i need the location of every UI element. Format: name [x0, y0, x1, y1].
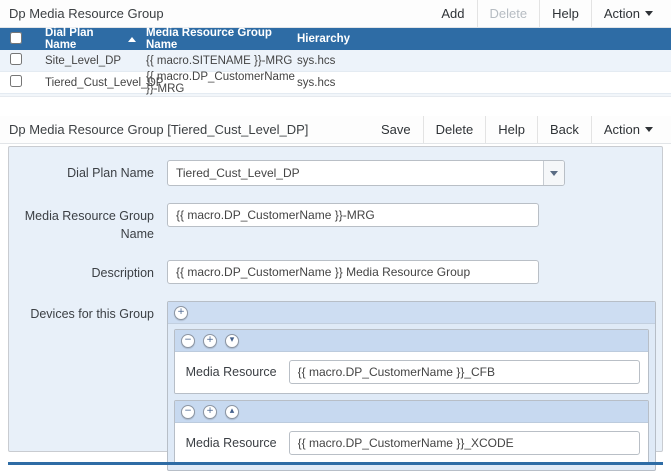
media-resource-input[interactable]	[288, 360, 640, 384]
action-menu-button[interactable]: Action	[590, 116, 665, 143]
media-resource-label: Media Resource	[185, 365, 277, 379]
delete-button[interactable]: Delete	[476, 0, 540, 27]
save-button[interactable]: Save	[369, 116, 423, 143]
add-row-button[interactable]: +	[203, 333, 217, 348]
list-toolbar: Dp Media Resource Group Add Delete Help …	[0, 0, 671, 28]
caret-down-icon	[645, 127, 653, 132]
row-checkbox-cell	[0, 53, 45, 68]
devices-group-header: +	[168, 302, 655, 324]
device-item-panel: − + ▴ Media Resource	[174, 400, 649, 465]
mrg-name-input[interactable]	[167, 203, 539, 227]
detail-form: Dial Plan Name Tiered_Cust_Level_DP Medi…	[8, 146, 663, 471]
list-panel-title: Dp Media Resource Group	[9, 6, 164, 21]
device-item-panel: − + ▾ Media Resource	[174, 329, 649, 394]
table-row[interactable]: Site_Level_DP {{ macro.SITENAME }}-MRG s…	[0, 50, 671, 72]
field-row-mrg-name: Media Resource Group Name	[9, 203, 662, 243]
table-row[interactable]: Tiered_Cust_Level_DP {{ macro.DP_Custome…	[0, 70, 671, 95]
table-header-row: Dial Plan Name Media Resource Group Name…	[0, 27, 671, 51]
row-checkbox[interactable]	[10, 75, 22, 87]
dial-plan-name-label: Dial Plan Name	[67, 166, 154, 180]
move-up-button[interactable]: ▴	[225, 404, 239, 419]
back-button[interactable]: Back	[536, 116, 591, 143]
dial-plan-name-value: Tiered_Cust_Level_DP	[176, 166, 300, 180]
row-checkbox[interactable]	[10, 53, 22, 65]
devices-group-body: − + ▾ Media Resource − + ▴	[168, 324, 655, 470]
cell-mrg-name: {{ macro.DP_CustomerName }}-MRG	[146, 70, 295, 95]
remove-row-button[interactable]: −	[181, 333, 195, 348]
cell-hierarchy: sys.hcs	[297, 76, 336, 89]
column-header-mrg-name[interactable]: Media Resource Group Name	[146, 27, 297, 51]
action-menu-label: Action	[603, 122, 640, 137]
move-down-button[interactable]: ▾	[225, 333, 239, 348]
field-row-description: Description	[9, 260, 662, 284]
cell-dial-plan-name[interactable]: Site_Level_DP	[45, 55, 146, 67]
help-button[interactable]: Help	[539, 0, 591, 27]
cell-hierarchy: sys.hcs	[297, 54, 336, 67]
devices-group-box: + − + ▾ Media Resource {{macro.DP_Custo…	[167, 301, 656, 471]
cell-dial-plan-name[interactable]: Tiered_Cust_Level_DP	[45, 77, 163, 89]
media-resource-label: Media Resource	[185, 436, 277, 450]
add-row-button[interactable]: +	[203, 404, 217, 419]
detail-toolbar-buttons: Save Delete Help Back Action	[369, 116, 665, 143]
media-resource-input[interactable]	[288, 431, 640, 455]
sort-ascending-icon	[128, 36, 136, 42]
caret-down-icon	[645, 11, 653, 16]
detail-panel: Dp Media Resource Group [Tiered_Cust_Lev…	[0, 116, 671, 471]
devices-group-label: Devices for this Group	[30, 307, 154, 321]
device-item-body: Media Resource	[175, 352, 648, 393]
panel-gap	[0, 97, 671, 116]
column-header-dial-plan-name[interactable]: Dial Plan Name	[45, 27, 146, 51]
add-button[interactable]: Add	[429, 0, 476, 27]
chevron-down-icon	[550, 170, 558, 176]
device-item-header: − + ▴	[175, 401, 648, 423]
list-toolbar-buttons: Add Delete Help Action	[429, 0, 665, 27]
device-item-body: Media Resource	[175, 423, 648, 464]
mrg-name-label: Media Resource Group Name	[24, 209, 154, 241]
field-row-dial-plan-name: Dial Plan Name Tiered_Cust_Level_DP	[9, 160, 662, 186]
detail-toolbar: Dp Media Resource Group [Tiered_Cust_Lev…	[0, 116, 671, 144]
column-header-label: Dial Plan Name	[45, 27, 94, 51]
column-header-hierarchy[interactable]: Hierarchy	[297, 33, 671, 45]
action-menu-label: Action	[603, 6, 640, 21]
device-item-header: − + ▾	[175, 330, 648, 352]
row-checkbox-cell	[0, 75, 45, 90]
dial-plan-name-dropdown[interactable]: Tiered_Cust_Level_DP	[167, 160, 565, 186]
table-header-checkbox-cell	[0, 31, 45, 47]
field-row-devices: Devices for this Group + − + ▾ Media Res…	[9, 301, 662, 471]
add-row-button[interactable]: +	[174, 305, 188, 320]
detail-panel-title: Dp Media Resource Group [Tiered_Cust_Lev…	[9, 122, 309, 137]
select-all-checkbox[interactable]	[10, 31, 22, 44]
description-input[interactable]	[167, 260, 539, 284]
help-button[interactable]: Help	[485, 116, 537, 143]
cell-mrg-name: {{ macro.SITENAME }}-MRG	[146, 54, 293, 67]
remove-row-button[interactable]: −	[181, 404, 195, 419]
dropdown-arrow-button[interactable]	[543, 161, 564, 185]
list-panel: Dp Media Resource Group Add Delete Help …	[0, 0, 671, 97]
action-menu-button[interactable]: Action	[590, 0, 665, 27]
delete-button[interactable]: Delete	[422, 116, 486, 143]
description-label: Description	[91, 266, 154, 280]
